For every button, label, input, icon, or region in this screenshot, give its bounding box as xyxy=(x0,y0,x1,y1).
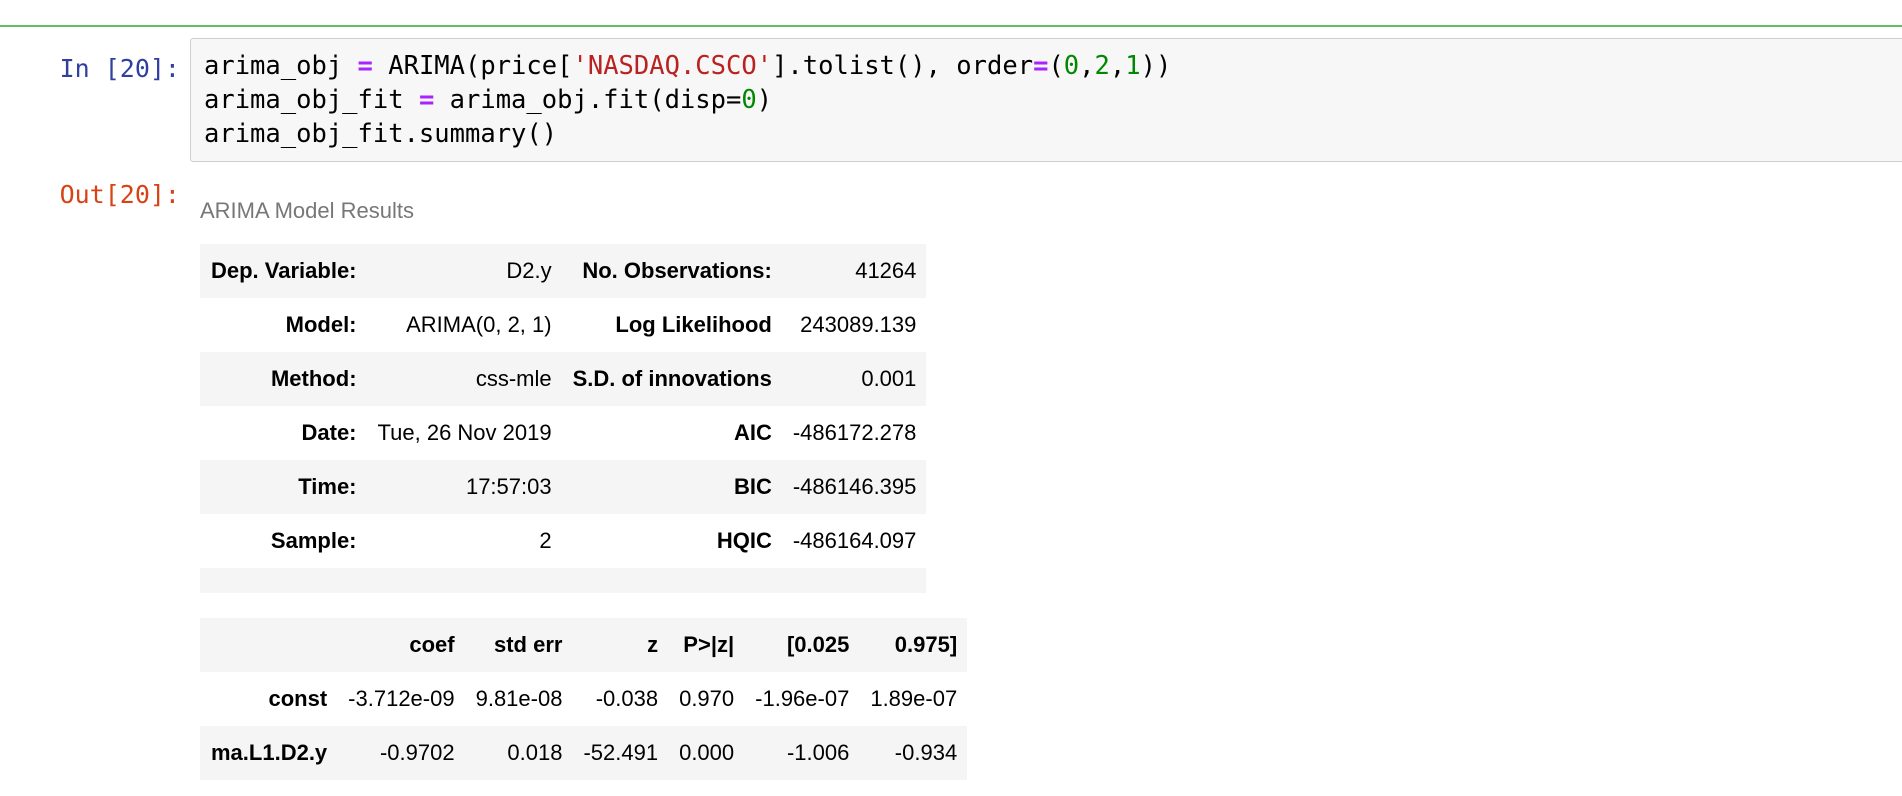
row-label: S.D. of innovations xyxy=(572,366,772,391)
column-header: std err xyxy=(493,632,563,657)
table-header-row: coef std err z P>|z| [0.025 0.975] xyxy=(200,618,968,672)
cell-value: -0.038 xyxy=(595,686,659,711)
column-header: P>|z| xyxy=(683,632,735,657)
table-spacer-row xyxy=(200,568,927,593)
row-label: Log Likelihood xyxy=(615,312,772,337)
summary-caption: ARIMA Model Results xyxy=(200,198,414,223)
cell-value: -52.491 xyxy=(583,740,659,765)
cell-value: -3.712e-09 xyxy=(348,686,455,711)
table-row: ma.L1.D2.y -0.9702 0.018 -52.491 0.000 -… xyxy=(200,726,968,780)
code-line-2: arima_obj_fit = arima_obj.fit(disp=0) xyxy=(204,85,773,115)
row-value: D2.y xyxy=(506,258,552,283)
row-value: css-mle xyxy=(475,366,552,391)
row-value: ARIMA(0, 2, 1) xyxy=(406,312,552,337)
row-label: HQIC xyxy=(716,528,772,553)
row-value: 17:57:03 xyxy=(465,474,552,499)
row-label: BIC xyxy=(733,474,772,499)
cell-selected-border xyxy=(0,25,1902,27)
row-value: 41264 xyxy=(855,258,917,283)
row-value: Tue, 26 Nov 2019 xyxy=(377,420,552,445)
row-label: Date: xyxy=(301,420,357,445)
row-value: 0.001 xyxy=(861,366,917,391)
cell-value: 0.018 xyxy=(507,740,563,765)
row-value: -486146.395 xyxy=(792,474,917,499)
table-row: Date: Tue, 26 Nov 2019 AIC -486172.278 xyxy=(200,406,926,460)
cell-value: 1.89e-07 xyxy=(870,686,958,711)
row-label: Method: xyxy=(270,366,357,391)
table-row: Model: ARIMA(0, 2, 1) Log Likelihood 243… xyxy=(200,298,926,352)
row-label: Time: xyxy=(298,474,357,499)
code-input-area[interactable]: arima_obj = ARIMA(price['NASDAQ.CSCO'].t… xyxy=(190,38,1902,162)
input-prompt: In [20]: xyxy=(59,54,180,83)
row-label: ma.L1.D2.y xyxy=(211,740,328,765)
column-header: [0.025 xyxy=(786,632,850,657)
column-header xyxy=(200,618,337,672)
row-label: No. Observations: xyxy=(582,258,772,283)
column-header: 0.975] xyxy=(894,632,958,657)
cell-value: 0.000 xyxy=(679,740,735,765)
column-header: z xyxy=(647,632,659,657)
coefficients-table: coef std err z P>|z| [0.025 0.975] const… xyxy=(200,618,968,780)
column-header: coef xyxy=(409,632,455,657)
cell-value: 9.81e-08 xyxy=(475,686,563,711)
code-line-3: arima_obj_fit.summary() xyxy=(204,119,558,149)
row-value: -486164.097 xyxy=(792,528,917,553)
table-row: const -3.712e-09 9.81e-08 -0.038 0.970 -… xyxy=(200,672,967,726)
row-value: 243089.139 xyxy=(800,312,917,337)
model-summary-output: ARIMA Model Results Dep. Variable: D2.y … xyxy=(200,195,968,780)
cell-value: -0.9702 xyxy=(379,740,455,765)
cell-value: 0.970 xyxy=(679,686,735,711)
row-label: const xyxy=(268,686,328,711)
row-label: Dep. Variable: xyxy=(211,258,357,283)
table-row: Dep. Variable: D2.y No. Observations: 41… xyxy=(200,244,927,298)
row-value: -486172.278 xyxy=(792,420,917,445)
code-line-1: arima_obj = ARIMA(price['NASDAQ.CSCO'].t… xyxy=(204,51,1172,81)
model-info-table: Dep. Variable: D2.y No. Observations: 41… xyxy=(200,244,927,593)
cell-value: -1.96e-07 xyxy=(755,686,850,711)
row-label: Model: xyxy=(285,312,357,337)
row-label: AIC xyxy=(733,420,772,445)
row-label: Sample: xyxy=(270,528,357,553)
cell-value: -1.006 xyxy=(786,740,850,765)
table-row: Method: css-mle S.D. of innovations 0.00… xyxy=(200,352,927,406)
table-row: Time: 17:57:03 BIC -486146.395 xyxy=(200,460,927,514)
table-row: Sample: 2 HQIC -486164.097 xyxy=(200,514,926,568)
cell-value: -0.934 xyxy=(894,740,958,765)
output-prompt: Out[20]: xyxy=(59,180,180,209)
row-value: 2 xyxy=(539,528,552,553)
code-block[interactable]: arima_obj = ARIMA(price['NASDAQ.CSCO'].t… xyxy=(204,49,1171,151)
